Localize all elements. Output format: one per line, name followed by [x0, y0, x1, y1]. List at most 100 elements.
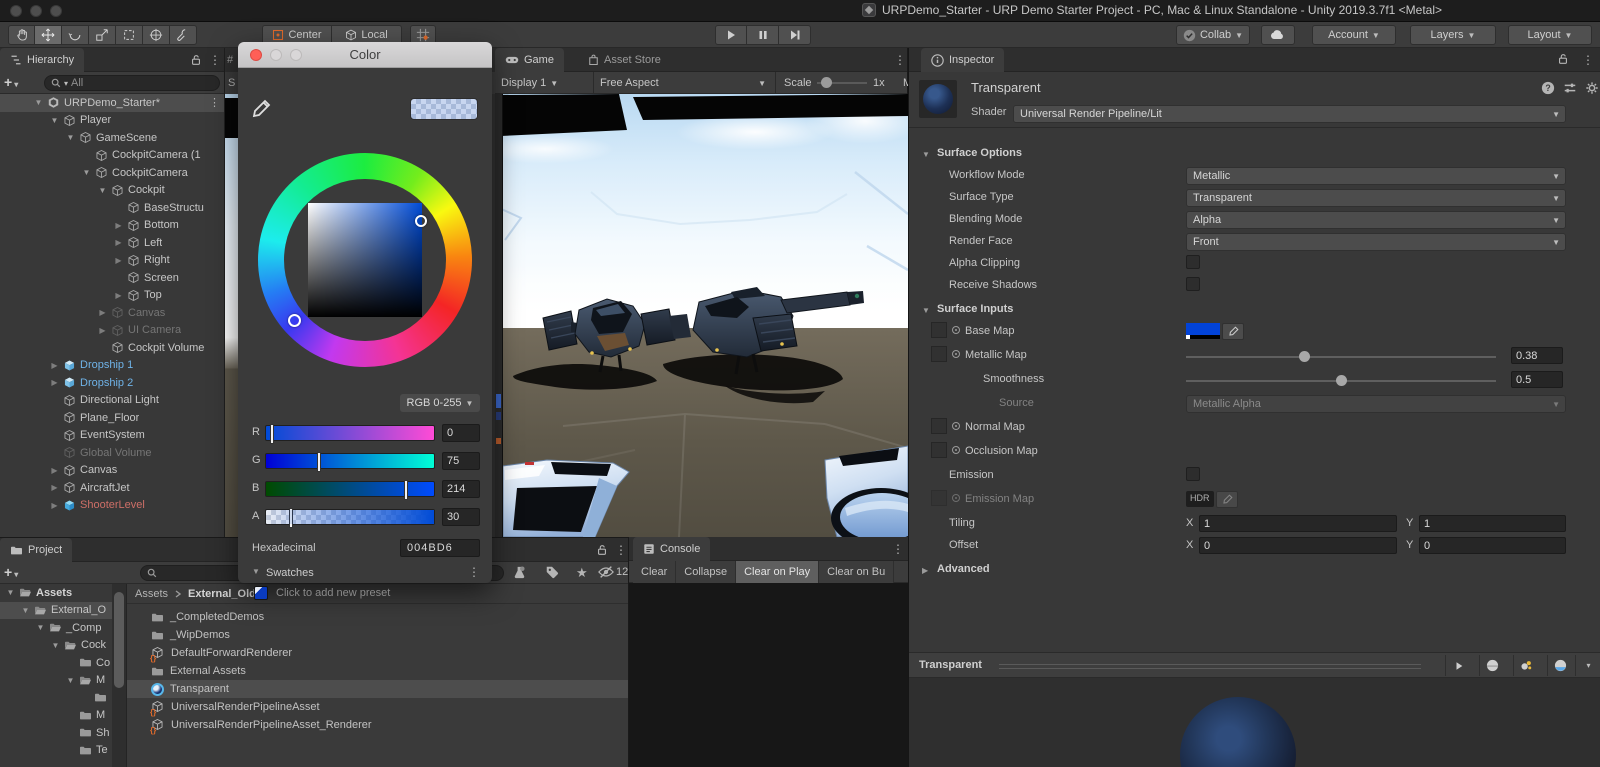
foldout-arrow-icon[interactable]: ▶: [112, 256, 125, 265]
a-slider[interactable]: [265, 508, 435, 528]
foldout-arrow-icon[interactable]: ▶: [96, 308, 109, 317]
b-slider[interactable]: [265, 480, 435, 500]
foldout-arrow-icon[interactable]: ▶: [48, 361, 61, 370]
collapse-button[interactable]: Collapse: [676, 561, 737, 583]
project-folder-m[interactable]: M: [0, 707, 112, 725]
texture-picker-icon[interactable]: [952, 350, 960, 358]
metallic-slider-knob[interactable]: [1299, 351, 1310, 362]
metallic-map-texture-slot[interactable]: [931, 346, 947, 362]
offset-x-field[interactable]: 0: [1199, 537, 1397, 554]
swatches-header[interactable]: Swatches: [266, 567, 314, 579]
clear-button[interactable]: Clear: [633, 561, 677, 583]
panel-menu-icon[interactable]: ⋮: [1581, 52, 1595, 68]
hierarchy-item-basestructu[interactable]: BaseStructu: [0, 199, 224, 217]
slider-thumb[interactable]: [404, 480, 408, 500]
pause-button[interactable]: [747, 25, 779, 45]
smoothness-value-field[interactable]: 0.5: [1511, 371, 1563, 388]
project-folder-unnamed[interactable]: [0, 689, 112, 707]
preview-environment-button[interactable]: [1547, 655, 1573, 676]
b-value-field[interactable]: 214: [442, 480, 480, 498]
tab-game[interactable]: Game: [495, 48, 564, 72]
layers-dropdown[interactable]: Layers ▼: [1410, 25, 1496, 45]
project-file-universalrenderpipelineasset[interactable]: {} UniversalRenderPipelineAsset: [127, 698, 628, 717]
project-file-defaultforwardrenderer[interactable]: {} DefaultForwardRenderer: [127, 644, 628, 663]
hierarchy-item-bottom[interactable]: ▶ Bottom: [0, 217, 224, 235]
eyedropper-icon[interactable]: [250, 98, 272, 120]
normal-map-texture-slot[interactable]: [931, 418, 947, 434]
shader-dropdown[interactable]: Universal Render Pipeline/Lit ▼: [1013, 105, 1566, 123]
cloud-button[interactable]: [1261, 25, 1295, 45]
hex-input[interactable]: 004BD6: [400, 539, 480, 557]
foldout-arrow-icon[interactable]: ▶: [96, 326, 109, 335]
search-by-label-icon[interactable]: [545, 565, 559, 579]
play-button[interactable]: [715, 25, 747, 45]
hierarchy-item-global-volume[interactable]: Global Volume: [0, 444, 224, 462]
tab-project[interactable]: Project: [0, 538, 73, 562]
foldout-arrow-icon[interactable]: ▼: [48, 116, 61, 125]
eyedropper-button[interactable]: [1222, 323, 1244, 340]
emission-checkbox[interactable]: [1186, 467, 1200, 481]
foldout-arrow-icon[interactable]: ▼: [49, 641, 62, 650]
hierarchy-item-top[interactable]: ▶ Top: [0, 287, 224, 305]
section-title[interactable]: Advanced: [937, 563, 990, 575]
panel-menu-icon[interactable]: ⋮: [891, 541, 905, 557]
tab-console[interactable]: Console: [633, 537, 711, 561]
slider-thumb[interactable]: [317, 452, 321, 472]
foldout-arrow-icon[interactable]: ▶: [48, 378, 61, 387]
game-viewport[interactable]: [495, 94, 908, 537]
foldout-arrow-icon[interactable]: ▼: [96, 186, 109, 195]
project-folder--comp[interactable]: ▼ _Comp: [0, 619, 112, 637]
hierarchy-item-ui-camera[interactable]: ▶ UI Camera: [0, 322, 224, 340]
foldout-arrow-icon[interactable]: ▼: [64, 676, 77, 685]
zoom-window-icon[interactable]: [50, 5, 62, 17]
transform-tool-button[interactable]: [143, 25, 170, 45]
base-map-color-swatch[interactable]: [1186, 323, 1220, 335]
hierarchy-item-directional-light[interactable]: Directional Light: [0, 392, 224, 410]
offset-y-field[interactable]: 0: [1419, 537, 1566, 554]
foldout-arrow-icon[interactable]: ▼: [32, 98, 45, 107]
close-icon[interactable]: [250, 49, 262, 61]
g-value-field[interactable]: 75: [442, 452, 480, 470]
presets-icon[interactable]: [1563, 81, 1577, 95]
render-face-dropdown[interactable]: Front ▼: [1186, 233, 1566, 251]
metallic-slider[interactable]: [1186, 356, 1496, 358]
g-slider[interactable]: [265, 452, 435, 472]
project-tree-scrollbar[interactable]: [112, 584, 126, 767]
layout-dropdown[interactable]: Layout ▼: [1508, 25, 1592, 45]
hierarchy-item-cockpitcamera[interactable]: ▼ CockpitCamera: [0, 164, 224, 182]
breadcrumb-current[interactable]: External_Old: [188, 588, 256, 600]
surface-type-dropdown[interactable]: Transparent ▼: [1186, 189, 1566, 207]
lock-icon[interactable]: [190, 54, 202, 66]
slider-thumb[interactable]: [289, 508, 293, 528]
hierarchy-item-cockpitcamera-1[interactable]: CockpitCamera (1: [0, 147, 224, 165]
panel-menu-icon[interactable]: ⋮: [614, 542, 628, 558]
hierarchy-item-aircraftjet[interactable]: ▶ AircraftJet: [0, 479, 224, 497]
alpha-clipping-checkbox[interactable]: [1186, 255, 1200, 269]
hierarchy-item-plane-floor[interactable]: Plane_Floor: [0, 409, 224, 427]
hierarchy-item-gamescene[interactable]: ▼ GameScene: [0, 129, 224, 147]
project-folder-m[interactable]: ▼ M: [0, 672, 112, 690]
swatches-menu-icon[interactable]: ⋮: [468, 565, 480, 579]
hierarchy-item-cockpit-volume[interactable]: Cockpit Volume: [0, 339, 224, 357]
project-file-transparent[interactable]: Transparent: [127, 680, 628, 698]
foldout-arrow-icon[interactable]: ▼: [4, 588, 17, 597]
gear-icon[interactable]: [1585, 81, 1599, 95]
section-title[interactable]: Surface Options: [937, 147, 1022, 159]
r-slider[interactable]: [265, 424, 435, 444]
hierarchy-item-canvas[interactable]: ▶ Canvas: [0, 462, 224, 480]
display-dropdown[interactable]: Display 1 ▼: [495, 72, 564, 94]
foldout-arrow-icon[interactable]: ▼: [64, 133, 77, 142]
saturation-value-square[interactable]: [308, 203, 422, 317]
occlusion-map-texture-slot[interactable]: [931, 442, 947, 458]
hierarchy-item-screen[interactable]: Screen: [0, 269, 224, 287]
scene-menu-icon[interactable]: ⋮: [209, 96, 220, 109]
a-value-field[interactable]: 30: [442, 508, 480, 526]
foldout-arrow-icon[interactable]: ▼: [80, 168, 93, 177]
search-by-type-icon[interactable]: [512, 565, 527, 580]
create-object-button[interactable]: + ▾: [4, 74, 18, 90]
breadcrumb-root[interactable]: Assets: [135, 588, 168, 600]
hierarchy-item-dropship-1[interactable]: ▶ Dropship 1: [0, 357, 224, 375]
account-dropdown[interactable]: Account ▼: [1312, 25, 1396, 45]
tab-asset-store[interactable]: Asset Store: [578, 48, 671, 72]
hierarchy-item-shooterlevel[interactable]: ▶ ShooterLevel: [0, 497, 224, 515]
